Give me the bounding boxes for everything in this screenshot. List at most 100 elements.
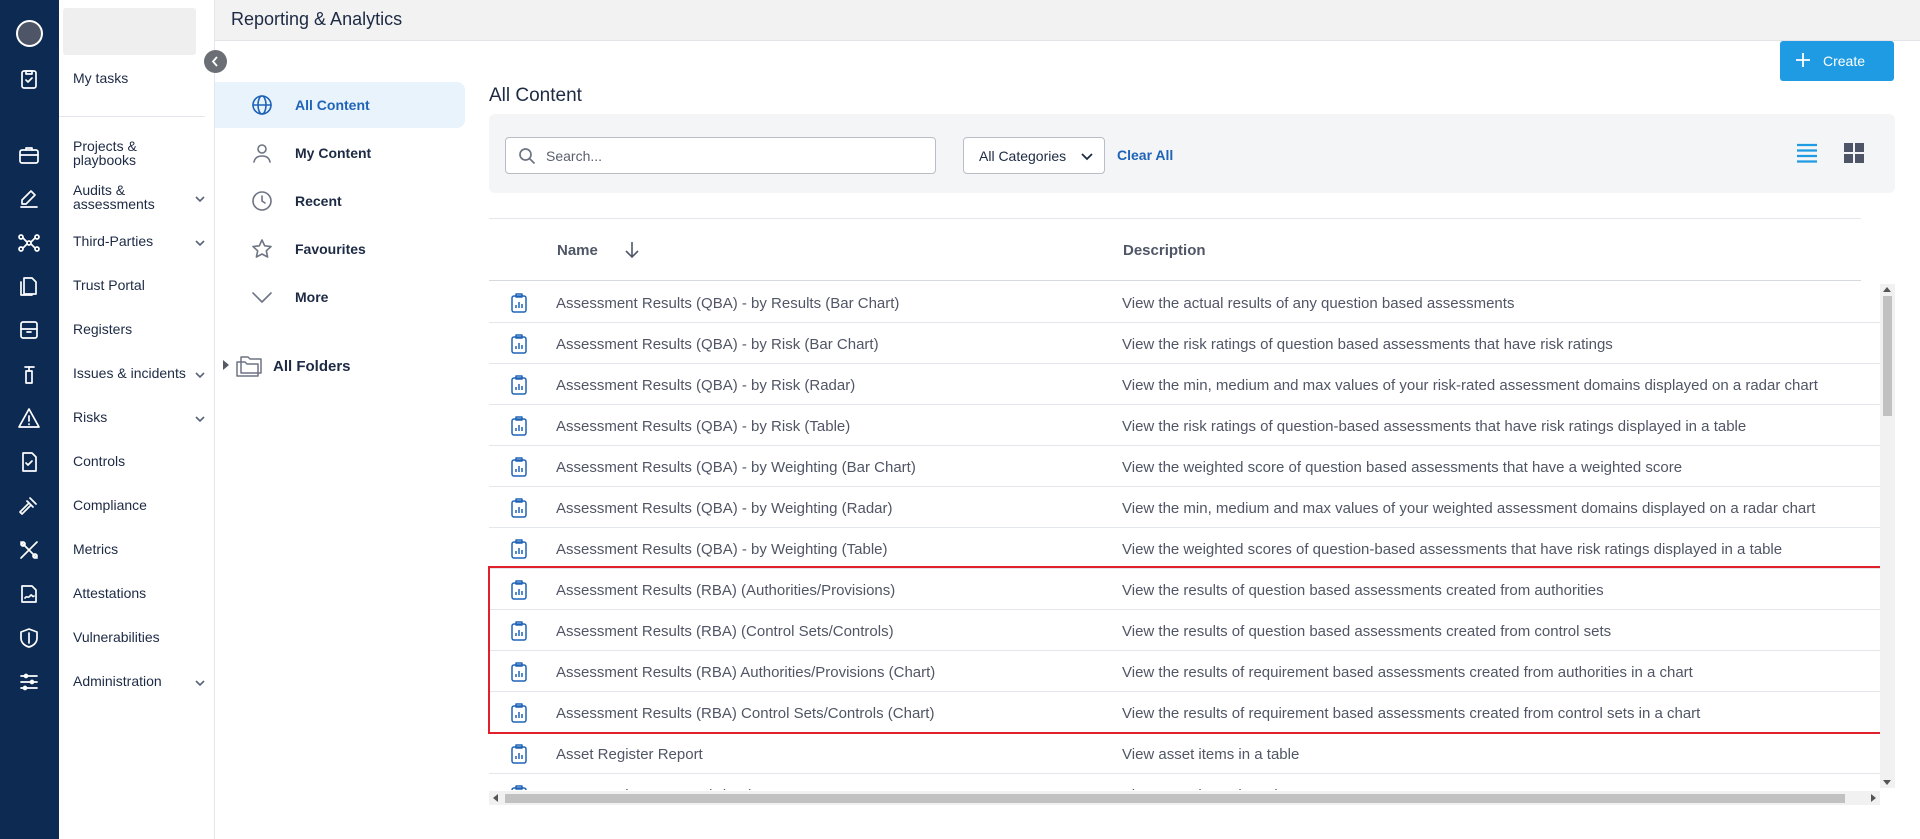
expand-caret-icon[interactable] — [223, 360, 229, 370]
nav-item-my-tasks[interactable]: My tasks — [73, 71, 213, 85]
report-icon — [510, 744, 528, 764]
table-row[interactable]: Assessment Results (RBA) (Authorities/Pr… — [489, 569, 1881, 610]
all-folders-tree[interactable]: All Folders — [215, 351, 465, 381]
table-row[interactable]: Assessment Results (RBA) (Control Sets/C… — [489, 610, 1881, 651]
row-name[interactable]: Assessment Results (QBA) - by Risk (Rada… — [556, 377, 855, 394]
content-filter-label: Favourites — [295, 241, 366, 257]
table-row[interactable]: Assessment Results (QBA) - by Weighting … — [489, 528, 1881, 569]
table-row[interactable]: Asset Register Report (Chart) View asset … — [489, 774, 1881, 790]
grid-view-icon[interactable] — [1843, 142, 1865, 164]
nav-item-projects[interactable]: Projects & playbooks — [73, 139, 153, 167]
scroll-left-arrow-icon[interactable] — [493, 794, 498, 802]
nav-item-metrics[interactable]: Metrics — [73, 542, 213, 556]
table-row[interactable]: Assessment Results (QBA) - by Risk (Tabl… — [489, 405, 1881, 446]
row-name[interactable]: Assessment Results (QBA) - by Risk (Bar … — [556, 336, 879, 353]
table-row[interactable]: Assessment Results (RBA) Authorities/Pro… — [489, 651, 1881, 692]
row-description: View asset items in a chart — [1122, 787, 1300, 790]
search-box[interactable] — [505, 137, 936, 174]
nav-item-compliance[interactable]: Compliance — [73, 498, 213, 512]
nav-item-vulnerabilities[interactable]: Vulnerabilities — [73, 630, 213, 644]
table-row[interactable]: Assessment Results (QBA) - by Risk (Rada… — [489, 364, 1881, 405]
tools-icon[interactable] — [17, 538, 41, 562]
nav-item-attestations[interactable]: Attestations — [73, 586, 213, 600]
nav-item-risks[interactable]: Risks — [73, 410, 213, 424]
nav-item-third-parties[interactable]: Third-Parties — [73, 234, 213, 248]
icon-rail — [0, 0, 59, 839]
report-icon — [510, 334, 528, 354]
nav-item-controls[interactable]: Controls — [73, 454, 213, 468]
clipboard-check-icon[interactable] — [17, 67, 41, 91]
signature-icon[interactable] — [17, 582, 41, 606]
horizontal-scrollbar[interactable] — [489, 791, 1880, 805]
row-name[interactable]: Assessment Results (QBA) - by Risk (Tabl… — [556, 418, 850, 435]
scroll-right-arrow-icon[interactable] — [1871, 794, 1876, 802]
table-row[interactable]: Assessment Results (QBA) - by Weighting … — [489, 446, 1881, 487]
nav-item-administration[interactable]: Administration — [73, 674, 213, 688]
scroll-up-arrow-icon[interactable] — [1883, 287, 1891, 292]
archive-icon[interactable] — [17, 318, 41, 342]
column-header-name[interactable]: Name — [557, 242, 598, 259]
row-name[interactable]: Assessment Results (QBA) - by Weighting … — [556, 500, 893, 517]
nav-item-label: Projects & playbooks — [73, 138, 137, 168]
row-name[interactable]: Assessment Results (RBA) Control Sets/Co… — [556, 705, 934, 722]
row-name[interactable]: Assessment Results (QBA) - by Weighting … — [556, 541, 888, 558]
column-header-description: Description — [1123, 242, 1206, 259]
row-name[interactable]: Asset Register Report — [556, 746, 703, 763]
nav-item-label: Administration — [73, 673, 162, 689]
nav-item-audits[interactable]: Audits & assessments — [73, 183, 213, 211]
sliders-icon[interactable] — [17, 670, 41, 694]
report-icon — [510, 785, 528, 790]
chevron-down-icon — [251, 286, 273, 308]
row-name[interactable]: Assessment Results (RBA) (Control Sets/C… — [556, 623, 894, 640]
content-filter-label: Recent — [295, 193, 342, 209]
search-input[interactable] — [546, 145, 926, 167]
table-row[interactable]: Assessment Results (QBA) - by Weighting … — [489, 487, 1881, 528]
row-name[interactable]: Assessment Results (RBA) Authorities/Pro… — [556, 664, 935, 681]
content-filter-recent[interactable]: Recent — [215, 178, 465, 224]
content-sidebar: All Content My Content Recent Favourites… — [215, 41, 468, 839]
network-icon[interactable] — [17, 231, 41, 255]
row-name[interactable]: Assessment Results (QBA) - by Results (B… — [556, 295, 899, 312]
clear-all-link[interactable]: Clear All — [1117, 147, 1173, 163]
table-row[interactable]: Assessment Results (QBA) - by Risk (Bar … — [489, 323, 1881, 364]
sort-descending-icon[interactable] — [623, 240, 641, 260]
avatar[interactable] — [16, 20, 43, 47]
edit-icon[interactable] — [17, 187, 41, 211]
gavel-icon[interactable] — [17, 494, 41, 518]
vertical-scrollbar[interactable] — [1880, 284, 1895, 788]
content-filter-my-content[interactable]: My Content — [215, 130, 465, 176]
row-description: View the results of requirement based as… — [1122, 705, 1701, 722]
fire-extinguisher-icon[interactable] — [17, 362, 41, 386]
nav-item-registers[interactable]: Registers — [73, 322, 213, 336]
scrollbar-thumb[interactable] — [1883, 296, 1892, 416]
nav-item-label: Metrics — [73, 541, 119, 557]
content-table: Name Description Assessment Results (QBA… — [489, 218, 1881, 798]
table-row[interactable]: Assessment Results (QBA) - by Results (B… — [489, 282, 1881, 323]
table-row[interactable]: Asset Register Report View asset items in… — [489, 733, 1881, 774]
checklist-icon[interactable] — [17, 450, 41, 474]
content-filter-favourites[interactable]: Favourites — [215, 226, 465, 272]
table-header: Name Description — [489, 219, 1861, 281]
row-description: View the weighted score of question base… — [1122, 459, 1683, 476]
category-select[interactable]: All Categories — [963, 137, 1105, 174]
row-name[interactable]: Asset Register Report (Chart) — [556, 787, 754, 790]
document-stack-icon[interactable] — [17, 274, 41, 298]
warning-icon[interactable] — [17, 406, 41, 430]
collapse-sidebar-button[interactable] — [204, 50, 227, 73]
nav-item-trust-portal[interactable]: Trust Portal — [73, 278, 213, 292]
table-row[interactable]: Assessment Results (RBA) Control Sets/Co… — [489, 692, 1881, 733]
nav-item-issues[interactable]: Issues & incidents — [73, 366, 213, 380]
row-name[interactable]: Assessment Results (RBA) (Authorities/Pr… — [556, 582, 895, 599]
create-button[interactable]: Create — [1780, 41, 1894, 81]
nav-divider — [59, 116, 205, 117]
content-filter-all-content[interactable]: All Content — [215, 82, 465, 128]
row-name[interactable]: Assessment Results (QBA) - by Weighting … — [556, 459, 916, 476]
briefcase-icon[interactable] — [17, 143, 41, 167]
content-filter-more[interactable]: More — [215, 274, 465, 320]
scroll-down-arrow-icon[interactable] — [1883, 780, 1891, 785]
scrollbar-thumb[interactable] — [505, 794, 1845, 803]
shield-icon[interactable] — [17, 626, 41, 650]
chevron-down-icon — [195, 192, 205, 203]
list-view-icon[interactable] — [1795, 141, 1819, 165]
report-icon — [510, 539, 528, 559]
